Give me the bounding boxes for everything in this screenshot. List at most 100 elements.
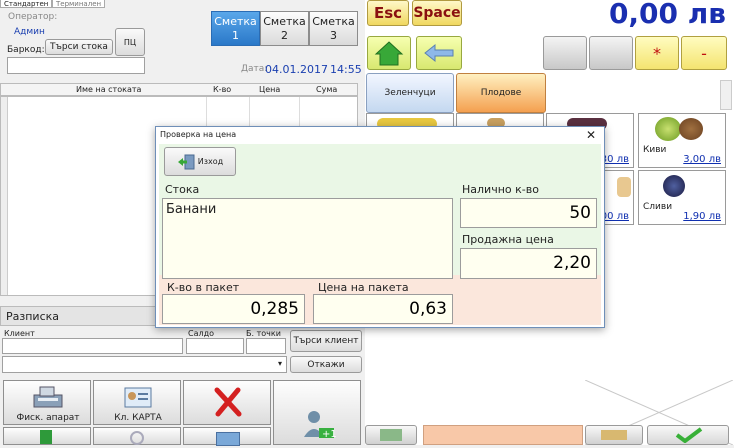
clock-icon: [130, 431, 144, 445]
esc-button[interactable]: Esc: [367, 0, 409, 26]
pack-qty-label: К-во в пакет: [167, 281, 240, 294]
client-input[interactable]: [2, 338, 183, 354]
blank-key-1[interactable]: [543, 36, 587, 70]
date-label: Дата:: [241, 64, 268, 74]
smetka-3-number: 3: [330, 29, 337, 42]
red-x-icon: [214, 387, 242, 417]
smetka-2-number: 2: [281, 29, 288, 42]
pack-price-value: 0,63: [313, 294, 453, 324]
plums-image: [663, 175, 685, 197]
bottom-row-button-3[interactable]: [183, 427, 271, 446]
col-name: Име на стоката: [76, 85, 142, 94]
time-value: 14:55: [330, 63, 362, 76]
smetka-1-button[interactable]: Сметка 1: [211, 11, 260, 46]
price-check-dialog: Проверка на цена ✕ Изход Стока Банани На…: [155, 126, 605, 328]
exit-door-icon: [177, 154, 195, 169]
bottom-action-2[interactable]: [423, 425, 583, 445]
id-card-icon: [124, 387, 152, 408]
operator-label: Оператор:: [8, 12, 58, 22]
exit-label: Изход: [197, 157, 224, 166]
sale-price-value: 2,20: [460, 248, 597, 279]
points-field: [246, 338, 286, 354]
price-check-button[interactable]: ПЦ: [115, 28, 145, 56]
item-name-value: Банани: [166, 202, 217, 217]
smetka-1-number: 1: [232, 29, 239, 42]
add-user-button[interactable]: +1: [273, 380, 361, 445]
total-amount: 0,00 лв: [608, 0, 726, 30]
saldo-label: Салдо: [188, 329, 215, 338]
dialog-title: Проверка на цена: [160, 130, 237, 139]
tab-terminal[interactable]: Терминален: [52, 0, 106, 8]
delete-button[interactable]: [183, 380, 271, 425]
home-button[interactable]: [367, 36, 411, 70]
arrow-down-icon: [40, 430, 52, 444]
arrow-left-icon: [424, 43, 454, 63]
bottom-row-button-2[interactable]: [93, 427, 181, 445]
operator-name: Админ: [14, 27, 45, 37]
razpiska-title: Разписка: [6, 310, 59, 323]
product-tile-kiwi-price: 3,00 лв: [683, 154, 721, 165]
fiscal-device-label: Фиск. апарат: [16, 413, 80, 423]
product-tile-plums[interactable]: Сливи 1,90 лв: [638, 170, 726, 225]
fiscal-device-button[interactable]: Фиск. апарат: [3, 380, 91, 425]
bottom-row-button-1[interactable]: [3, 427, 91, 445]
svg-text:+1: +1: [322, 429, 336, 440]
barcode-input[interactable]: [7, 57, 145, 74]
pack-qty-value: 0,285: [162, 294, 305, 324]
sale-price-label: Продажна цена: [462, 233, 554, 246]
smetka-3-button[interactable]: Сметка 3: [309, 11, 358, 46]
checkmark-icon: [675, 427, 703, 443]
smetka-1-label: Сметка: [214, 15, 257, 28]
register-icon: [601, 430, 627, 440]
items-grid-header: Име на стоката К-во Цена Сума: [0, 83, 358, 96]
confirm-button[interactable]: [647, 425, 729, 445]
cash-register-icon: [33, 386, 63, 408]
kiwi-image: [655, 117, 681, 141]
home-icon: [374, 41, 404, 66]
product-tile-kiwi-name: Киви: [643, 145, 667, 155]
client-card-label: Кл. КАРТА: [114, 413, 162, 423]
chevron-down-icon: ▾: [277, 359, 282, 368]
card-icon: [216, 432, 240, 446]
close-icon[interactable]: ✕: [586, 128, 596, 142]
col-sum: Сума: [316, 85, 338, 94]
barcode-label: Баркод:: [7, 45, 45, 55]
search-client-button[interactable]: Търси клиент: [290, 330, 362, 352]
client-card-button[interactable]: Кл. КАРТА: [93, 380, 181, 425]
client-select[interactable]: ▾: [2, 356, 287, 373]
product-tile-kiwi[interactable]: Киви 3,00 лв: [638, 113, 726, 168]
item-name-box: Банани: [162, 198, 453, 279]
product-tile-plums-name: Сливи: [643, 202, 673, 212]
smetka-2-button[interactable]: Сметка 2: [260, 11, 309, 46]
stock-value: 50: [460, 198, 597, 228]
category-vegetables[interactable]: Зеленчуци: [366, 73, 454, 113]
star-key[interactable]: *: [635, 36, 679, 70]
space-button[interactable]: Space: [412, 0, 462, 26]
product-tile-plums-price: 1,90 лв: [683, 211, 721, 222]
col-price: Цена: [259, 85, 281, 94]
search-item-button[interactable]: Търси стока: [45, 39, 113, 55]
bottom-action-1[interactable]: [365, 425, 417, 445]
smetka-2-label: Сметка: [263, 15, 306, 28]
product-tile-7-price: 00 лв: [600, 211, 629, 222]
blank-key-2[interactable]: [589, 36, 633, 70]
tab-standard[interactable]: Стандартен: [0, 0, 53, 8]
back-button[interactable]: [416, 36, 462, 70]
cancel-client-button[interactable]: Откажи: [290, 356, 362, 373]
bottom-action-3[interactable]: [585, 425, 643, 445]
exit-button[interactable]: Изход: [164, 147, 236, 176]
client-label: Клиент: [4, 329, 35, 338]
date-value: 04.01.2017: [265, 63, 328, 76]
stock-label: Налично к-во: [462, 183, 539, 196]
add-user-icon: +1: [304, 411, 336, 440]
item-label: Стока: [165, 183, 200, 196]
minus-key[interactable]: -: [681, 36, 727, 70]
pack-price-label: Цена на пакета: [318, 281, 409, 294]
category-scrollbar[interactable]: [720, 80, 732, 110]
smetka-3-label: Сметка: [312, 15, 355, 28]
product-tile-3-price: 30 лв: [600, 154, 629, 165]
category-fruits[interactable]: Плодове: [456, 73, 546, 113]
col-qty: К-во: [213, 85, 232, 94]
points-label: Б. точки: [246, 329, 281, 338]
money-icon: [380, 429, 402, 441]
